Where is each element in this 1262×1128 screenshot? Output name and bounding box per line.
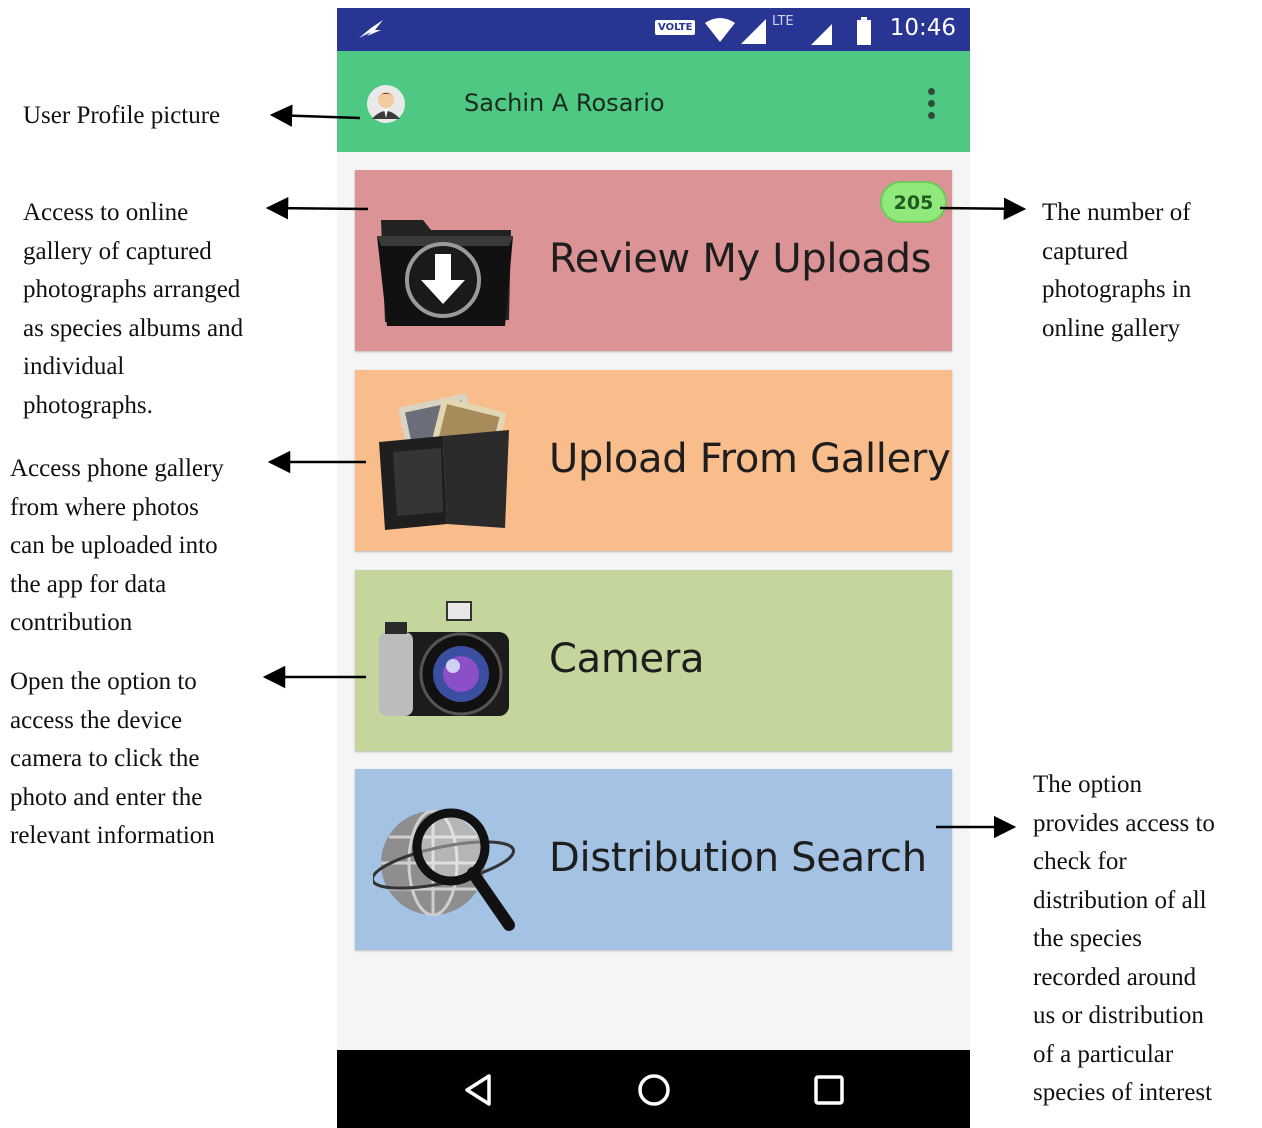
camera-label: Camera (549, 636, 705, 682)
app-bar: Sachin A Rosario (337, 51, 970, 152)
distribution-search-card[interactable]: Distribution Search (355, 769, 952, 950)
battery-icon (857, 17, 871, 45)
navigation-bar (337, 1050, 970, 1128)
upload-gallery-label: Upload From Gallery (549, 436, 951, 482)
wifi-icon (705, 18, 735, 42)
annotation-distribution: The option provides access to check for … (1033, 771, 1215, 1106)
photo-folder-icon (379, 393, 509, 530)
annotation-profile: User Profile picture (23, 102, 221, 129)
signal-icon-2 (811, 24, 832, 45)
overflow-menu-icon[interactable] (921, 85, 941, 121)
home-icon[interactable] (634, 1070, 674, 1110)
lte-label: LTE (772, 14, 794, 29)
back-icon[interactable] (459, 1070, 499, 1110)
annotation-camera: Open the option to access the device cam… (10, 668, 215, 849)
annotation-gallery: Access phone gallery from where photos c… (10, 455, 224, 636)
annotation-uploads: Access to online gallery of captured pho… (23, 199, 244, 419)
upload-count-badge: 205 (880, 181, 947, 223)
status-bar: VOLTE LTE 10:46 (337, 8, 970, 51)
signal-icon (741, 19, 766, 44)
recents-icon[interactable] (809, 1070, 849, 1110)
camera-icon (379, 601, 509, 716)
review-uploads-card[interactable]: Review My Uploads 205 (355, 170, 952, 351)
camera-card[interactable]: Camera (355, 570, 952, 751)
status-time: 10:46 (889, 15, 956, 41)
volte-badge: VOLTE (655, 20, 696, 35)
download-folder-icon (377, 220, 513, 326)
user-name: Sachin A Rosario (464, 89, 665, 117)
annotation-count: The number of captured photographs in on… (1042, 199, 1192, 342)
app-notification-icon (359, 20, 383, 38)
globe-magnifier-icon (373, 808, 516, 931)
phone-screen: VOLTE LTE 10:46 Sachin A Rosario Review … (337, 8, 970, 1128)
review-uploads-label: Review My Uploads (549, 236, 932, 282)
distribution-search-label: Distribution Search (549, 835, 927, 881)
upload-gallery-card[interactable]: Upload From Gallery (355, 370, 952, 551)
profile-avatar-icon[interactable] (367, 85, 405, 123)
